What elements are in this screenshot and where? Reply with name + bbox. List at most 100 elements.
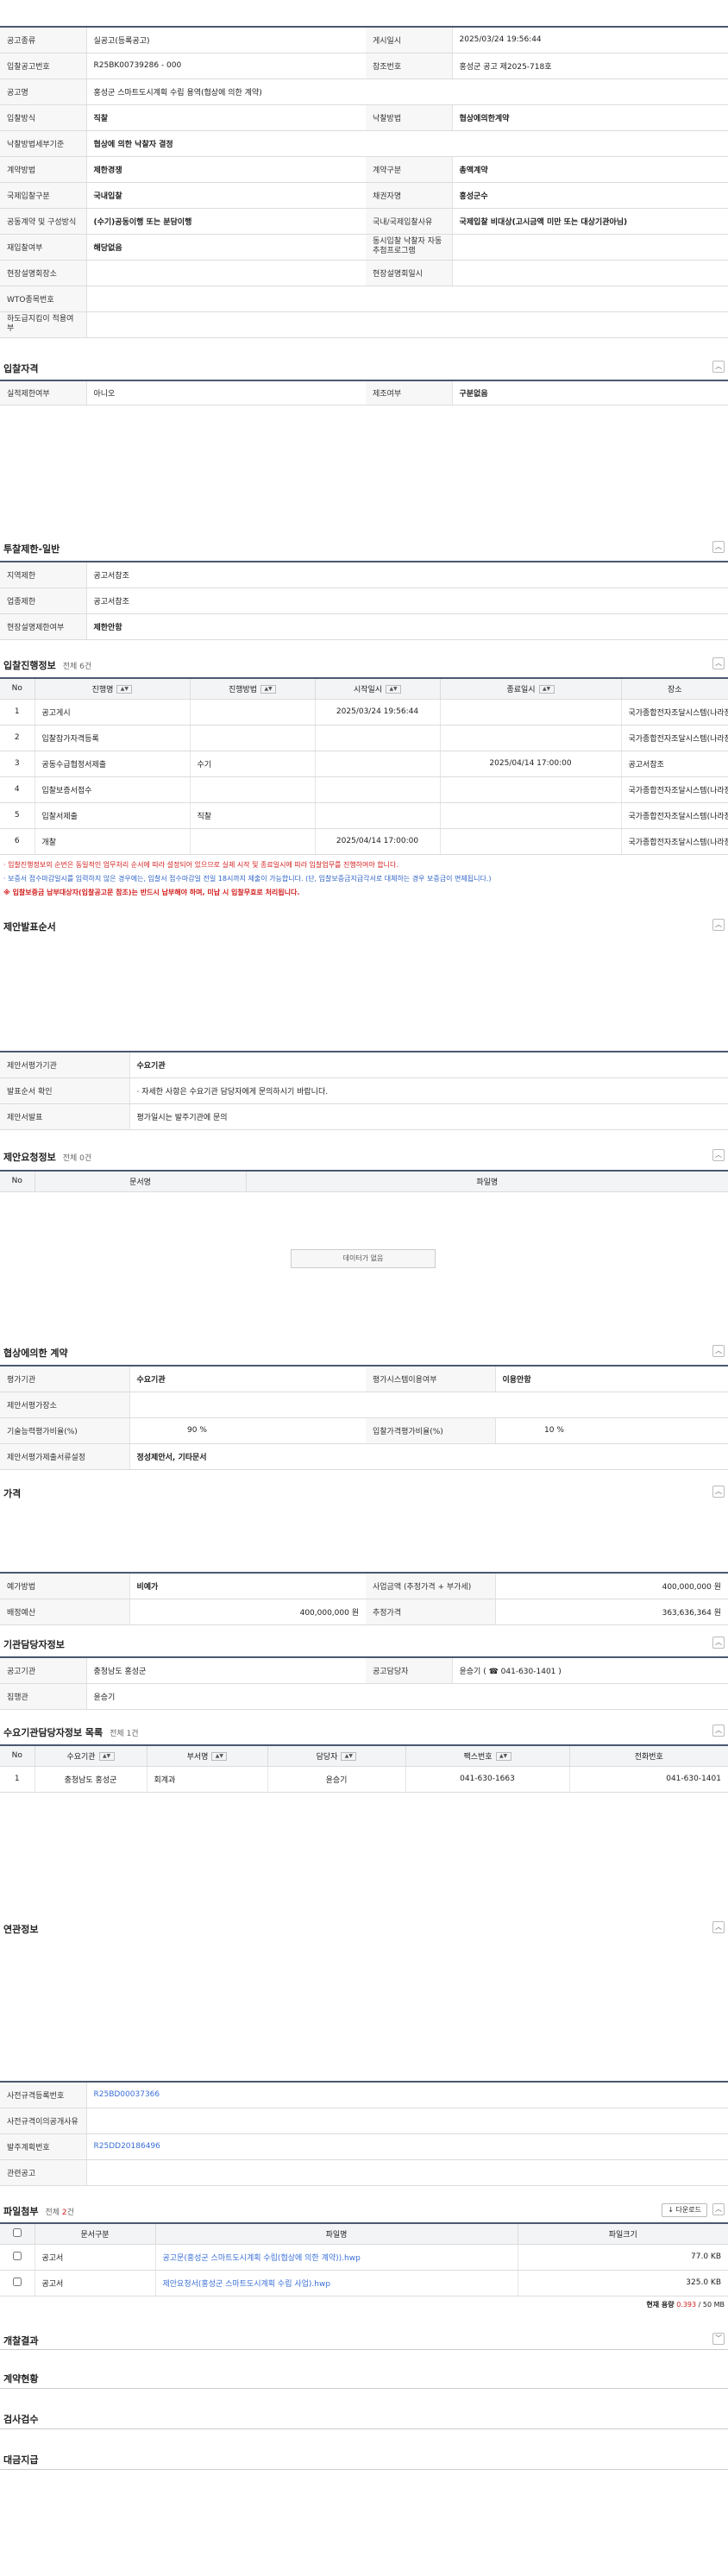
order-plan-link[interactable]: R25DD20186496 (94, 2142, 160, 2151)
collapse-toggle-icon[interactable]: ︿ (712, 1345, 725, 1357)
label: 계약구분 (366, 156, 453, 183)
col-header-label: 진행명 (91, 685, 114, 694)
value: 공고서참조 (86, 562, 728, 588)
table-row: 4입찰보증서접수 국가종합전자조달시스템(나라장터) (0, 776, 728, 803)
cell (315, 751, 441, 777)
value: 국제입찰 비대상(고시금액 미만 또는 대상기관아님) (452, 208, 728, 235)
cell (315, 776, 441, 803)
value: 90 % (129, 1417, 366, 1444)
row-checkbox[interactable] (0, 2244, 35, 2271)
cell: 공고서참조 (621, 751, 728, 777)
cell: 충청남도 홍성군 (35, 1766, 147, 1793)
collapse-toggle-icon[interactable]: ︿ (712, 361, 725, 373)
label: 재입찰여부 (0, 234, 87, 261)
cell: 공고문(홍성군 스마트도시계획 수립(협상에 의한 계약)).hwp (155, 2244, 518, 2271)
section-title: 계약현황 (3, 2373, 39, 2384)
file-link[interactable]: 제안요청서(홍성군 스마트도시계획 수립 사업).hwp (163, 2280, 331, 2289)
empty-message: 데이터가 없음 (291, 1249, 436, 1268)
unit: % (556, 1426, 564, 1435)
table-row: 2입찰참가자격등록 국가종합전자조달시스템(나라장터) (0, 725, 728, 751)
section-header-related: 연관정보 ︿ (0, 1919, 728, 1937)
col-header-label: 부서명 (186, 1752, 209, 1762)
section-title: 수요기관담당자정보 목록 전체 1건 (3, 1725, 139, 1739)
note: ※ 입찰보증금 납부대상자(입찰공고문 참조)는 반드시 납부해야 하며, 미납… (3, 888, 300, 896)
sort-icon[interactable]: ▲▼ (386, 685, 402, 694)
value: 윤승기 (86, 1683, 728, 1710)
value: 충청남도 홍성군 (86, 1657, 366, 1684)
label: 공동계약 및 구성방식 (0, 208, 87, 235)
sort-icon[interactable]: ▲▼ (211, 1752, 228, 1762)
cell: 2025/03/24 19:56:44 (315, 699, 441, 726)
cell (440, 725, 622, 751)
col-header[interactable]: 부서명 ▲▼ (147, 1745, 268, 1767)
row-checkbox[interactable] (0, 2270, 35, 2296)
label: 발표순서 확인 (0, 1078, 130, 1104)
sort-icon[interactable]: ▲▼ (260, 685, 277, 694)
collapse-toggle-icon[interactable]: ︿ (712, 1725, 725, 1737)
section-header-payment: 대금지급 (0, 2450, 728, 2467)
cell: 2025/04/14 17:00:00 (440, 751, 622, 777)
label: 추정가격 (366, 1599, 496, 1625)
collapse-toggle-icon[interactable]: ︿ (712, 657, 725, 669)
nego-table: 평가기관 수요기관 평가시스템이용여부 이용안함 제안서평가장소 기술능력평가비율(%… (0, 1365, 728, 1470)
collapse-toggle-icon[interactable]: ︿ (712, 2203, 725, 2215)
label: 제안서평가장소 (0, 1392, 130, 1418)
cell: 회계과 (147, 1766, 268, 1793)
collapse-toggle-icon[interactable]: ︿ (712, 919, 725, 931)
value: 총액계약 (452, 156, 728, 183)
label: 발주계획번호 (0, 2133, 87, 2160)
value: 아니오 (86, 380, 366, 405)
cell: 공고서 (35, 2244, 156, 2271)
collapse-toggle-icon[interactable]: ﹀ (712, 2333, 725, 2345)
ratio-value: 90 (187, 1426, 198, 1435)
value: 평가일시는 발주기관에 문의 (129, 1103, 728, 1130)
col-header: 문서명 (35, 1171, 247, 1192)
sort-icon[interactable]: ▲▼ (538, 685, 555, 694)
table-row: 1 충청남도 홍성군 회계과 윤승기 041-630-1663 041-630-1401 (0, 1766, 728, 1793)
usage: 현재 용량 0.393 / 50 MB (0, 2296, 728, 2313)
col-header[interactable]: 진행명 ▲▼ (35, 678, 191, 700)
collapse-toggle-icon[interactable]: ︿ (712, 1149, 725, 1161)
col-header: No (0, 678, 35, 700)
value: 홍성군수 (452, 182, 728, 209)
label: 평가시스템이용여부 (366, 1366, 496, 1392)
cell: 윤승기 (267, 1766, 406, 1793)
sort-icon[interactable]: ▲▼ (341, 1752, 357, 1762)
select-all-checkbox[interactable] (0, 2223, 35, 2245)
section-title: 파일첨부 전체 2건 (3, 2204, 74, 2218)
cell: 77.0 KB (518, 2244, 728, 2271)
download-button[interactable]: ↓ 다운로드 (662, 2203, 707, 2217)
label: 국제입찰구분 (0, 182, 87, 209)
sort-icon[interactable]: ▲▼ (495, 1752, 511, 1762)
count: 전체 0건 (62, 1154, 92, 1163)
cell: 공동수급협정서제출 (35, 751, 191, 777)
usage-label: 현재 용량 (646, 2300, 675, 2309)
col-header[interactable]: 팩스번호 ▲▼ (405, 1745, 570, 1767)
col-header[interactable]: 수요기관 ▲▼ (35, 1745, 147, 1767)
divider (0, 2388, 728, 2389)
section-header-qualification: 입찰자격 ︿ (0, 359, 728, 376)
col-header: 파일크기 (518, 2223, 728, 2245)
prespec-link[interactable]: R25BD00037366 (94, 2090, 160, 2099)
section-title: 가격 (3, 1488, 22, 1499)
col-header-label: 시작일시 (353, 685, 383, 694)
value (452, 234, 728, 261)
sort-icon[interactable]: ▲▼ (116, 685, 133, 694)
collapse-toggle-icon[interactable]: ︿ (712, 1486, 725, 1498)
collapse-toggle-icon[interactable]: ︿ (712, 1921, 725, 1933)
section-title: 협상에의한 계약 (3, 1348, 68, 1359)
col-header[interactable]: 시작일시 ▲▼ (315, 678, 441, 700)
cell (440, 699, 622, 726)
col-header[interactable]: 종료일시 ▲▼ (440, 678, 622, 700)
count-prefix: 전체 (45, 2208, 62, 2217)
value: 공고서참조 (86, 587, 728, 614)
sort-icon[interactable]: ▲▼ (98, 1752, 115, 1762)
col-header[interactable]: 담당자 ▲▼ (267, 1745, 406, 1767)
collapse-toggle-icon[interactable]: ︿ (712, 1637, 725, 1649)
count: 전체 6건 (62, 663, 92, 671)
value: R25BK00739286 - 000 (86, 53, 366, 79)
file-link[interactable]: 공고문(홍성군 스마트도시계획 수립(협상에 의한 계약)).hwp (163, 2254, 361, 2263)
col-header[interactable]: 진행방법 ▲▼ (190, 678, 316, 700)
progress-table: No 진행명 ▲▼ 진행방법 ▲▼ 시작일시 ▲▼ 종료일시 ▲▼ 장소 1 공고게시 20… (0, 677, 728, 903)
collapse-toggle-icon[interactable]: ︿ (712, 541, 725, 553)
